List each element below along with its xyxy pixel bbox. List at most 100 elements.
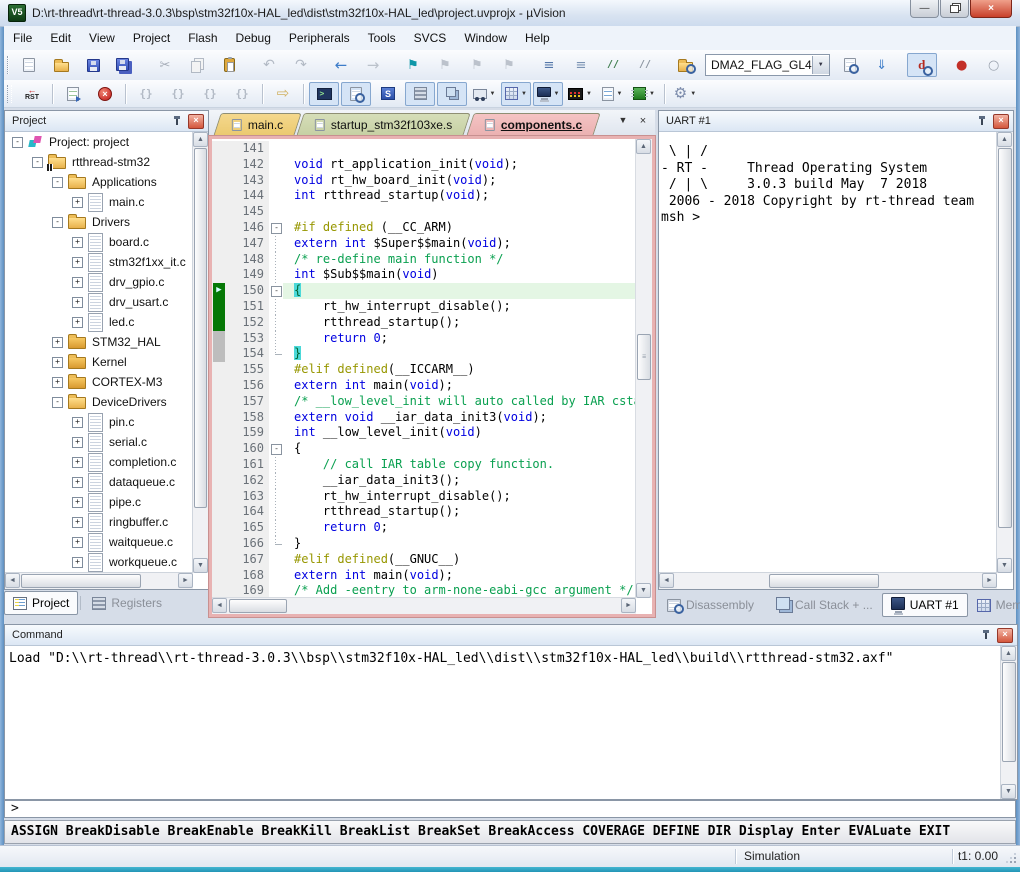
expander-collapse-icon[interactable]: -	[12, 137, 23, 148]
chevron-down-icon[interactable]: ▼	[617, 91, 623, 97]
menu-item-project[interactable]: Project	[124, 27, 179, 49]
tree-item-serial.c[interactable]: +serial.c	[6, 432, 192, 452]
unindent-button[interactable]: ≡	[566, 53, 596, 77]
expander-collapse-icon[interactable]: -	[52, 177, 63, 188]
uart-hscrollbar[interactable]: ◄ ►	[659, 572, 997, 589]
scroll-up-icon[interactable]: ▲	[636, 139, 651, 154]
scroll-thumb[interactable]	[21, 574, 141, 588]
code-line-158[interactable]: 158extern void __iar_data_init3(void);	[212, 410, 636, 426]
memory-window-button[interactable]: ▼	[501, 82, 531, 106]
run-to-cursor-button[interactable]: {}	[227, 82, 257, 106]
tree-item-main.c[interactable]: +main.c	[6, 192, 192, 212]
comment-selection-button[interactable]: //	[598, 53, 628, 77]
tree-item-drv-usart.c[interactable]: +drv_usart.c	[6, 292, 192, 312]
scroll-up-icon[interactable]: ▲	[997, 132, 1012, 147]
registers-window-button[interactable]	[405, 82, 435, 106]
fold-collapse-icon[interactable]: -	[271, 444, 282, 455]
incremental-find-button[interactable]: ⇓	[867, 53, 897, 77]
insert-breakpoint-button[interactable]: ●	[947, 53, 977, 77]
code-line-155[interactable]: 155#elif defined(__ICCARM__)	[212, 362, 636, 378]
run-button[interactable]	[58, 82, 88, 106]
expander-expand-icon[interactable]: +	[72, 517, 83, 528]
tree-item-project-project[interactable]: -Project: project	[6, 132, 192, 152]
start-stop-debug-button[interactable]: d	[907, 53, 937, 77]
project-tree-hscrollbar[interactable]: ◄ ►	[5, 572, 193, 589]
cut-button[interactable]: ✂	[150, 53, 180, 77]
scroll-down-icon[interactable]: ▼	[997, 558, 1012, 573]
debug-settings-button[interactable]: ⚙▼	[670, 82, 700, 106]
tree-item-ringbuffer.c[interactable]: +ringbuffer.c	[6, 512, 192, 532]
close-icon[interactable]: ×	[993, 114, 1009, 129]
call-stack-window-button[interactable]	[437, 82, 467, 106]
scroll-down-icon[interactable]: ▼	[193, 558, 208, 573]
serial-window-button[interactable]: ▼	[533, 82, 563, 106]
tree-item-stm32-hal[interactable]: +STM32_HAL	[6, 332, 192, 352]
fold-collapse-icon[interactable]: -	[271, 286, 282, 297]
enable-breakpoint-button[interactable]: ○	[979, 53, 1009, 77]
code-line-152[interactable]: 152 rtthread_startup();	[212, 315, 636, 331]
expander-expand-icon[interactable]: +	[72, 277, 83, 288]
undo-button[interactable]: ↶	[254, 53, 284, 77]
uart-output[interactable]: \ | /- RT - Thread Operating System / | …	[661, 132, 996, 572]
chevron-down-icon[interactable]: ▼	[521, 91, 527, 97]
code-line-153[interactable]: 153 return 0;	[212, 331, 636, 347]
tree-item-board.c[interactable]: +board.c	[6, 232, 192, 252]
navigate-back-button[interactable]: ←	[326, 53, 356, 77]
scroll-thumb[interactable]	[998, 148, 1012, 528]
copy-button[interactable]	[182, 53, 212, 77]
code-line-161[interactable]: 161 // call IAR table copy function.	[212, 457, 636, 473]
scroll-left-icon[interactable]: ◄	[212, 598, 227, 613]
scroll-right-icon[interactable]: ►	[621, 598, 636, 613]
expander-expand-icon[interactable]: +	[72, 197, 83, 208]
tree-item-completion.c[interactable]: +completion.c	[6, 452, 192, 472]
find-symbols-button[interactable]	[835, 53, 865, 77]
code-editor[interactable]: 141142void rt_application_init(void);143…	[212, 141, 636, 598]
scroll-thumb[interactable]	[1002, 662, 1016, 762]
tab-memory-1[interactable]: Memory 1	[968, 593, 1020, 617]
scroll-thumb[interactable]	[229, 599, 287, 613]
editor-tab-main-c[interactable]: main.c	[213, 113, 302, 136]
scroll-right-icon[interactable]: ►	[982, 573, 997, 588]
scroll-down-icon[interactable]: ▼	[1001, 784, 1016, 799]
navigate-forward-button[interactable]: →	[358, 53, 388, 77]
code-line-151[interactable]: 151 rt_hw_interrupt_disable();	[212, 299, 636, 315]
watch-window-button[interactable]: ▼	[469, 82, 499, 106]
tree-item-stm32f1xx-it.c[interactable]: +stm32f1xx_it.c	[6, 252, 192, 272]
command-window-button[interactable]: >	[309, 82, 339, 106]
code-line-169[interactable]: 169/* Add -eentry to arm-none-eabi-gcc a…	[212, 583, 636, 598]
command-keyword-list[interactable]: ASSIGN BreakDisable BreakEnable BreakKil…	[4, 820, 1016, 844]
menu-item-help[interactable]: Help	[516, 27, 559, 49]
scroll-up-icon[interactable]: ▲	[1001, 646, 1016, 661]
command-output[interactable]: Load "D:\\rt-thread\\rt-thread-3.0.3\\bs…	[9, 650, 999, 797]
code-line-141[interactable]: 141	[212, 141, 636, 157]
tab-registers[interactable]: Registers	[83, 591, 171, 615]
menu-item-debug[interactable]: Debug	[227, 27, 280, 49]
menu-item-flash[interactable]: Flash	[179, 27, 226, 49]
save-button[interactable]	[78, 53, 108, 77]
tree-item-pipe.c[interactable]: +pipe.c	[6, 492, 192, 512]
scroll-up-icon[interactable]: ▲	[193, 132, 208, 147]
expander-expand-icon[interactable]: +	[72, 417, 83, 428]
expander-expand-icon[interactable]: +	[52, 357, 63, 368]
expander-expand-icon[interactable]: +	[72, 437, 83, 448]
step-out-button[interactable]: {}	[195, 82, 225, 106]
redo-button[interactable]: ↷	[286, 53, 316, 77]
fold-collapse-icon[interactable]: -	[271, 223, 282, 234]
disable-all-breakpoints-button[interactable]: ⊘	[1011, 53, 1020, 77]
uncomment-selection-button[interactable]: //	[630, 53, 660, 77]
tab-call-stack-[interactable]: Call Stack + ...	[767, 593, 882, 617]
pin-icon[interactable]	[978, 116, 987, 126]
chevron-down-icon[interactable]: ▼	[554, 91, 560, 97]
project-tree-vscrollbar[interactable]: ▲ ▼	[192, 132, 208, 573]
restore-button[interactable]	[940, 0, 969, 18]
tab-project[interactable]: Project	[4, 591, 78, 615]
code-line-168[interactable]: 168extern int main(void);	[212, 568, 636, 584]
chevron-down-icon[interactable]: ▼	[649, 91, 655, 97]
close-icon[interactable]: ×	[997, 628, 1013, 643]
pin-icon[interactable]	[173, 116, 182, 126]
expander-expand-icon[interactable]: +	[72, 317, 83, 328]
menu-item-edit[interactable]: Edit	[41, 27, 80, 49]
bookmark-toggle-button[interactable]: ⚑	[398, 53, 428, 77]
tree-item-drivers[interactable]: -Drivers	[6, 212, 192, 232]
code-line-166[interactable]: 166}	[212, 536, 636, 552]
